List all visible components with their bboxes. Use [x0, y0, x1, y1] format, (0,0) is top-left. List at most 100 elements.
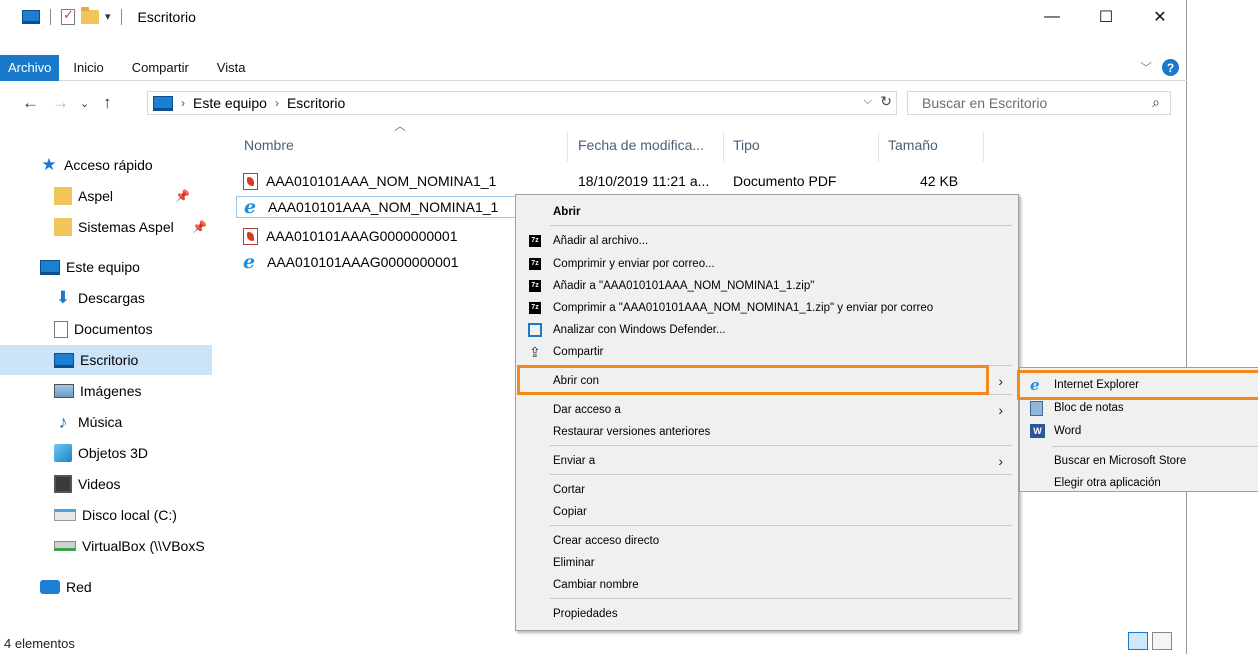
submenu-item-word[interactable]: W Word	[1020, 420, 1258, 442]
sidebar-item-disco-local[interactable]: Disco local (C:)	[0, 500, 212, 530]
sidebar-item-red[interactable]: Red	[0, 572, 212, 602]
sidebar-item-este-equipo[interactable]: Este equipo	[0, 252, 212, 282]
ribbon-tabs: Archivo Inicio Compartir Vista ﹀ ?	[0, 54, 1187, 81]
address-history-dropdown-icon[interactable]: ⌵	[864, 95, 872, 108]
details-view-icon[interactable]	[1128, 632, 1148, 650]
menu-item-defender[interactable]: Analizar con Windows Defender...	[517, 319, 1017, 341]
sidebar-item-aspel[interactable]: Aspel 📌	[0, 181, 212, 211]
sidebar-item-sistemas-aspel[interactable]: Sistemas Aspel 📌	[0, 212, 212, 242]
sidebar-item-quick-access[interactable]: ★ Acceso rápido	[0, 150, 212, 180]
up-arrow-icon[interactable]: ↑	[103, 93, 112, 113]
menu-item-compartir[interactable]: ⇪ Compartir	[517, 341, 1017, 363]
back-arrow-icon[interactable]: ←	[22, 93, 39, 113]
tab-compartir[interactable]: Compartir	[118, 55, 203, 81]
sidebar-item-label: Descargas	[78, 290, 145, 306]
sidebar-item-descargas[interactable]: ⬇ Descargas	[0, 283, 212, 313]
menu-item-restaurar[interactable]: Restaurar versiones anteriores	[517, 421, 1017, 443]
column-divider[interactable]	[878, 132, 879, 162]
maximize-button[interactable]: ☐	[1079, 0, 1133, 33]
sidebar-item-documentos[interactable]: Documentos	[0, 314, 212, 344]
open-with-highlight-box	[517, 365, 989, 395]
column-divider[interactable]	[983, 132, 984, 162]
navigation-pane: ★ Acceso rápido Aspel 📌 Sistemas Aspel 📌…	[0, 128, 212, 633]
sidebar-item-label: Este equipo	[66, 259, 140, 275]
column-divider[interactable]	[723, 132, 724, 162]
submenu-item-label: Bloc de notas	[1054, 402, 1124, 414]
forward-arrow-icon[interactable]: →	[52, 93, 69, 113]
menu-item-abrir[interactable]: Abrir	[517, 201, 1017, 223]
help-icon[interactable]: ?	[1162, 59, 1179, 76]
file-row-selected[interactable]: e AAA010101AAA_NOM_NOMINA1_1	[236, 196, 520, 218]
submenu-item-label: Buscar en Microsoft Store	[1054, 455, 1187, 467]
menu-item-label: Enviar a	[553, 455, 596, 467]
sidebar-item-videos[interactable]: Videos	[0, 469, 212, 499]
sidebar-item-escritorio[interactable]: Escritorio	[0, 345, 212, 375]
breadcrumb-separator-icon[interactable]: ›	[275, 96, 279, 110]
address-bar[interactable]: › Este equipo › Escritorio ⌵ ↻	[147, 91, 897, 115]
search-icon[interactable]: ⌕	[1152, 94, 1160, 111]
file-row[interactable]: AAA010101AAA_NOM_NOMINA1_1	[236, 170, 520, 192]
file-modified: 18/10/2019 11:21 a...	[578, 173, 710, 189]
pin-icon: 📌	[175, 189, 190, 203]
sidebar-item-objetos-3d[interactable]: Objetos 3D	[0, 438, 212, 468]
menu-item-cambiar-nombre[interactable]: Cambiar nombre	[517, 574, 1017, 596]
internet-explorer-highlight-box	[1017, 370, 1258, 400]
menu-item-compress-zip-email[interactable]: 7z Comprimir a "AAA010101AAA_NOM_NOMINA1…	[517, 297, 1017, 319]
document-icon	[54, 320, 68, 338]
menu-item-add-archive[interactable]: 7z Añadir al archivo...	[517, 230, 1017, 252]
file-row[interactable]: e AAA010101AAAG0000000001	[236, 251, 520, 273]
recent-locations-chevron-icon[interactable]: ⌄	[80, 97, 89, 110]
properties-icon[interactable]	[61, 7, 75, 25]
menu-item-compress-email[interactable]: 7z Comprimir y enviar por correo...	[517, 253, 1017, 275]
new-folder-icon[interactable]	[81, 6, 99, 24]
tab-archivo[interactable]: Archivo	[0, 54, 60, 81]
submenu-item-microsoft-store[interactable]: Buscar en Microsoft Store	[1020, 450, 1258, 472]
sidebar-item-virtualbox[interactable]: VirtualBox (\\VBoxS	[0, 531, 212, 561]
music-note-icon: ♪	[58, 412, 68, 432]
menu-item-copiar[interactable]: Copiar	[517, 501, 1017, 523]
column-header-type[interactable]: Tipo	[733, 132, 760, 158]
menu-item-eliminar[interactable]: Eliminar	[517, 552, 1017, 574]
refresh-icon[interactable]: ↻	[880, 93, 892, 110]
large-icons-view-icon[interactable]	[1152, 632, 1172, 650]
sidebar-item-imagenes[interactable]: Imágenes	[0, 376, 212, 406]
submenu-item-bloc-de-notas[interactable]: Bloc de notas	[1020, 397, 1258, 419]
menu-item-add-zip[interactable]: 7z Añadir a "AAA010101AAA_NOM_NOMINA1_1.…	[517, 275, 1017, 297]
customize-toolbar-dropdown[interactable]: ▾	[105, 10, 111, 23]
minimize-button[interactable]: —	[1025, 0, 1079, 33]
column-header-size[interactable]: Tamaño	[888, 132, 938, 158]
menu-item-dar-acceso[interactable]: Dar acceso a ›	[517, 399, 1017, 421]
menu-item-crear-acceso-directo[interactable]: Crear acceso directo	[517, 530, 1017, 552]
menu-item-label: Comprimir y enviar por correo...	[553, 258, 715, 270]
breadcrumb-separator-icon[interactable]: ›	[181, 96, 185, 110]
7zip-icon: 7z	[529, 280, 541, 292]
menu-item-label: Cortar	[553, 484, 585, 496]
menu-item-propiedades[interactable]: Propiedades	[517, 603, 1017, 625]
desktop-icon	[54, 352, 74, 368]
pin-icon: 📌	[192, 220, 207, 234]
network-icon	[40, 580, 60, 594]
column-header-modified[interactable]: Fecha de modifica...	[578, 132, 704, 158]
menu-item-label: Analizar con Windows Defender...	[553, 324, 726, 336]
column-divider[interactable]	[567, 132, 568, 162]
expand-ribbon-icon[interactable]: ﹀	[1140, 59, 1152, 76]
breadcrumb-este-equipo[interactable]: Este equipo	[193, 95, 267, 111]
tab-vista[interactable]: Vista	[203, 55, 260, 81]
menu-item-label: Abrir	[553, 206, 581, 218]
menu-item-cortar[interactable]: Cortar	[517, 479, 1017, 501]
menu-item-enviar-a[interactable]: Enviar a ›	[517, 450, 1017, 472]
sidebar-item-label: Disco local (C:)	[82, 507, 177, 523]
submenu-item-elegir-otra[interactable]: Elegir otra aplicación	[1020, 472, 1258, 494]
sidebar-item-label: Aspel	[78, 188, 114, 204]
3d-cube-icon	[54, 444, 72, 462]
title-bar: ▾ Escritorio — ☐ ✕	[0, 0, 1187, 33]
close-button[interactable]: ✕	[1133, 0, 1187, 33]
breadcrumb-escritorio[interactable]: Escritorio	[287, 95, 345, 111]
search-input[interactable]: Buscar en Escritorio ⌕	[907, 91, 1171, 115]
menu-item-label: Añadir a "AAA010101AAA_NOM_NOMINA1_1.zip…	[553, 280, 815, 292]
sidebar-item-musica[interactable]: ♪ Música	[0, 407, 212, 437]
file-row[interactable]: AAA010101AAAG0000000001	[236, 225, 520, 247]
column-header-name[interactable]: Nombre	[244, 132, 294, 158]
tab-inicio[interactable]: Inicio	[59, 55, 117, 81]
file-name: AAA010101AAA_NOM_NOMINA1_1	[266, 173, 497, 189]
